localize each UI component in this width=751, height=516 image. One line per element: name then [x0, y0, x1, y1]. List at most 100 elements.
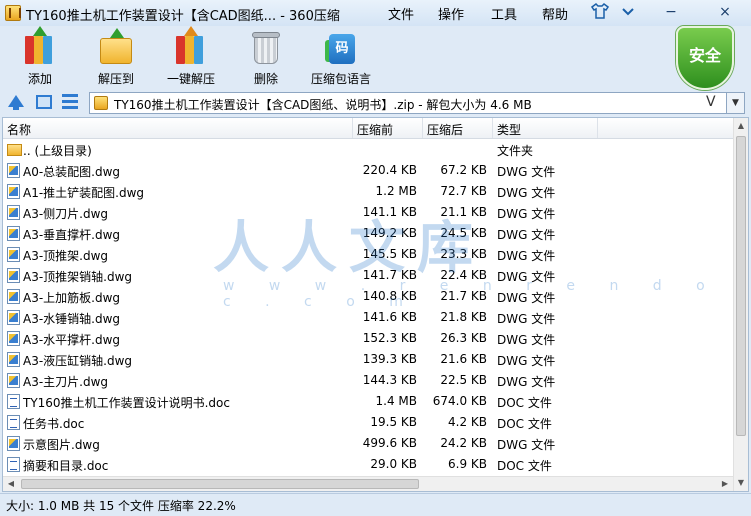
file-row[interactable]: A3-水锤销轴.dwg 141.6 KB 21.8 KB DWG 文件	[3, 307, 733, 328]
file-type: 文件夹	[497, 144, 534, 158]
path-dropdown-icon[interactable]: ▼	[726, 93, 744, 113]
archive-language-button[interactable]: 码 压缩包语言	[309, 28, 373, 88]
file-packed-size: 141.7 KB	[362, 268, 417, 282]
file-unpacked-size: 23.3 KB	[440, 247, 487, 261]
menu-operate[interactable]: 操作	[438, 4, 464, 23]
list-view-icon[interactable]	[62, 94, 78, 110]
folder-file-icon	[7, 144, 22, 156]
file-row[interactable]: A3-液压缸销轴.dwg 139.3 KB 21.6 KB DWG 文件	[3, 349, 733, 370]
file-type: DOC 文件	[497, 459, 552, 473]
file-type: DWG 文件	[497, 438, 556, 452]
status-text: 大小: 1.0 MB 共 15 个文件 压缩率 22.2%	[6, 499, 236, 513]
file-unpacked-size: 24.2 KB	[440, 436, 487, 450]
scroll-up-icon[interactable]: ▲	[734, 118, 748, 134]
doc-file-icon	[7, 394, 20, 409]
file-type: DWG 文件	[497, 207, 556, 221]
large-icon-view-icon[interactable]	[36, 95, 52, 109]
file-name: A3-水锤销轴.dwg	[23, 312, 121, 326]
column-name[interactable]: 名称	[7, 121, 31, 138]
file-name: .. (上级目录)	[23, 144, 92, 158]
file-unpacked-size: 21.7 KB	[440, 289, 487, 303]
file-row[interactable]: A3-侧刀片.dwg 141.1 KB 21.1 KB DWG 文件	[3, 202, 733, 223]
shirt-skin-icon[interactable]	[590, 3, 610, 21]
horizontal-scroll-thumb[interactable]	[21, 479, 419, 489]
file-name: A3-侧刀片.dwg	[23, 207, 109, 221]
safe-badge[interactable]: 安全	[676, 26, 734, 90]
file-row[interactable]: A3-顶推架销轴.dwg 141.7 KB 22.4 KB DWG 文件	[3, 265, 733, 286]
file-row[interactable]: 示意图片.dwg 499.6 KB 24.2 KB DWG 文件	[3, 433, 733, 454]
file-type: DWG 文件	[497, 165, 556, 179]
file-type: DWG 文件	[497, 333, 556, 347]
menu-help[interactable]: 帮助	[542, 4, 568, 23]
dwg-file-icon	[7, 436, 20, 451]
file-row[interactable]: A3-垂直撑杆.dwg 149.2 KB 24.5 KB DWG 文件	[3, 223, 733, 244]
file-packed-size: 1.2 MB	[375, 184, 417, 198]
quick-extract-label: 一键解压	[166, 72, 215, 86]
file-unpacked-size: 674.0 KB	[432, 394, 487, 408]
scroll-right-icon[interactable]: ▶	[717, 477, 733, 491]
file-name: 任务书.doc	[23, 417, 85, 431]
file-packed-size: 144.3 KB	[362, 373, 417, 387]
up-arrow-icon[interactable]	[8, 95, 24, 110]
file-unpacked-size: 26.3 KB	[440, 331, 487, 345]
file-packed-size: 149.2 KB	[362, 226, 417, 240]
dwg-file-icon	[7, 331, 20, 346]
file-type: DWG 文件	[497, 270, 556, 284]
extract-folder-icon	[98, 28, 134, 66]
delete-button[interactable]: 删除	[234, 28, 298, 88]
doc-file-icon	[7, 457, 20, 472]
column-header: 名称 压缩前 压缩后 类型	[3, 118, 748, 139]
file-packed-size: 29.0 KB	[370, 457, 417, 471]
menu-dropdown-icon[interactable]	[618, 3, 638, 21]
file-unpacked-size: 4.2 KB	[448, 415, 487, 429]
file-row[interactable]: A3-上加筋板.dwg 140.8 KB 21.7 KB DWG 文件	[3, 286, 733, 307]
file-name: 示意图片.dwg	[23, 438, 100, 452]
menu-tools[interactable]: 工具	[491, 4, 517, 23]
file-name: A3-上加筋板.dwg	[23, 291, 121, 305]
file-type: DWG 文件	[497, 291, 556, 305]
file-row[interactable]: 摘要和目录.doc 29.0 KB 6.9 KB DOC 文件	[3, 454, 733, 475]
trash-icon	[248, 30, 284, 66]
file-list: 名称 压缩前 压缩后 类型 .. (上级目录) 文件夹 A0-总装配图.dwg 220…	[2, 117, 749, 492]
vertical-scroll-thumb[interactable]	[736, 136, 746, 436]
file-name: TY160推土机工作装置设计说明书.doc	[23, 396, 230, 410]
file-row[interactable]: A3-水平撑杆.dwg 152.3 KB 26.3 KB DWG 文件	[3, 328, 733, 349]
file-row[interactable]: A0-总装配图.dwg 220.4 KB 67.2 KB DWG 文件	[3, 160, 733, 181]
menu-file[interactable]: 文件	[388, 4, 414, 23]
file-unpacked-size: 24.5 KB	[440, 226, 487, 240]
scroll-down-icon[interactable]: ▼	[734, 475, 748, 491]
file-type: DWG 文件	[497, 249, 556, 263]
column-type[interactable]: 类型	[497, 121, 521, 138]
dwg-file-icon	[7, 205, 20, 220]
file-unpacked-size: 21.8 KB	[440, 310, 487, 324]
column-unpacked[interactable]: 压缩后	[427, 121, 463, 138]
file-row[interactable]: .. (上级目录) 文件夹	[3, 139, 733, 160]
file-row[interactable]: TY160推土机工作装置设计说明书.doc 1.4 MB 674.0 KB DOC 文…	[3, 391, 733, 412]
archive-path: TY160推土机工作装置设计【含CAD图纸、说明书】.zip - 解包大小为 4…	[114, 98, 532, 112]
file-row[interactable]: 任务书.doc 19.5 KB 4.2 KB DOC 文件	[3, 412, 733, 433]
file-packed-size: 19.5 KB	[370, 415, 417, 429]
quick-extract-button[interactable]: 一键解压	[159, 26, 223, 88]
horizontal-scrollbar[interactable]: ◀ ▶	[3, 476, 733, 491]
zip-file-icon	[94, 96, 108, 110]
vertical-scrollbar[interactable]: ▲ ▼	[733, 118, 748, 491]
file-name: A3-主刀片.dwg	[23, 375, 109, 389]
add-icon	[22, 26, 58, 66]
extract-to-button[interactable]: 解压到	[84, 28, 148, 88]
add-button[interactable]: 添加	[8, 26, 72, 88]
file-name: A3-水平撑杆.dwg	[23, 333, 121, 347]
dwg-file-icon	[7, 247, 20, 262]
minimize-button[interactable]: −	[660, 2, 682, 22]
file-name: A3-顶推架销轴.dwg	[23, 270, 133, 284]
file-type: DWG 文件	[497, 312, 556, 326]
column-packed[interactable]: 压缩前	[357, 121, 393, 138]
close-button[interactable]: ×	[714, 2, 736, 22]
language-icon: 码	[323, 30, 359, 66]
file-packed-size: 152.3 KB	[362, 331, 417, 345]
scroll-left-icon[interactable]: ◀	[3, 477, 19, 491]
file-row[interactable]: A3-主刀片.dwg 144.3 KB 22.5 KB DWG 文件	[3, 370, 733, 391]
file-packed-size: 1.4 MB	[375, 394, 417, 408]
file-row[interactable]: A1-推土铲装配图.dwg 1.2 MB 72.7 KB DWG 文件	[3, 181, 733, 202]
path-field[interactable]: TY160推土机工作装置设计【含CAD图纸、说明书】.zip - 解包大小为 4…	[89, 92, 745, 114]
file-row[interactable]: A3-顶推架.dwg 145.5 KB 23.3 KB DWG 文件	[3, 244, 733, 265]
